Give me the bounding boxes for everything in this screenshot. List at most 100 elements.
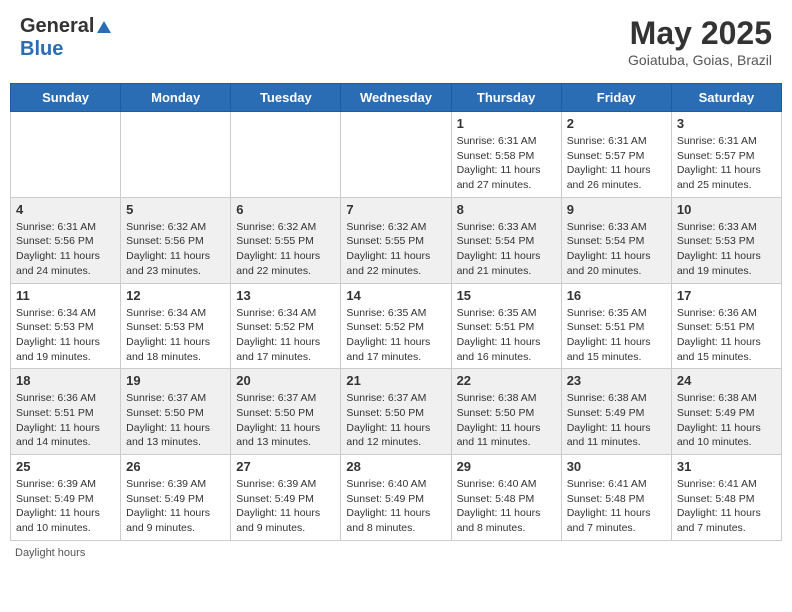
footer: Daylight hours xyxy=(10,547,782,559)
calendar-cell: 15 Sunrise: 6:35 AMSunset: 5:51 PMDayligh… xyxy=(451,283,561,369)
day-number: 1 xyxy=(457,116,556,131)
month-title: May 2025 xyxy=(628,15,772,52)
col-thursday: Thursday xyxy=(451,84,561,112)
day-number: 23 xyxy=(567,373,666,388)
day-info: Sunrise: 6:31 AMSunset: 5:57 PMDaylight:… xyxy=(567,134,666,193)
calendar-cell: 23 Sunrise: 6:38 AMSunset: 5:49 PMDayligh… xyxy=(561,369,671,455)
day-number: 26 xyxy=(126,459,225,474)
day-info: Sunrise: 6:40 AMSunset: 5:49 PMDaylight:… xyxy=(346,477,445,536)
day-info: Sunrise: 6:32 AMSunset: 5:56 PMDaylight:… xyxy=(126,220,225,279)
day-number: 6 xyxy=(236,202,335,217)
calendar-cell: 25Sunrise: 6:39 AMSunset: 5:49 PMDayligh… xyxy=(11,455,121,541)
calendar-week-row: 18Sunrise: 6:36 AMSunset: 5:51 PMDayligh… xyxy=(11,369,782,455)
day-number: 16 xyxy=(567,288,666,303)
col-monday: Monday xyxy=(121,84,231,112)
day-number: 31 xyxy=(677,459,776,474)
day-info: Sunrise: 6:39 AMSunset: 5:49 PMDaylight:… xyxy=(236,477,335,536)
day-info: Sunrise: 6:36 AMSunset: 5:51 PMDaylight:… xyxy=(677,306,776,365)
day-info: Sunrise: 6:41 AMSunset: 5:48 PMDaylight:… xyxy=(567,477,666,536)
col-sunday: Sunday xyxy=(11,84,121,112)
logo-text: General Blue xyxy=(20,15,114,61)
calendar-cell: 1 Sunrise: 6:31 AMSunset: 5:58 PMDaylight… xyxy=(451,112,561,198)
day-number: 3 xyxy=(677,116,776,131)
logo-general: General xyxy=(20,15,94,37)
calendar-cell: 22 Sunrise: 6:38 AMSunset: 5:50 PMDayligh… xyxy=(451,369,561,455)
calendar-cell: 5Sunrise: 6:32 AMSunset: 5:56 PMDaylight… xyxy=(121,197,231,283)
day-number: 24 xyxy=(677,373,776,388)
calendar-cell: 10 Sunrise: 6:33 AMSunset: 5:53 PMDayligh… xyxy=(671,197,781,283)
day-info: Sunrise: 6:31 AMSunset: 5:56 PMDaylight:… xyxy=(16,220,115,279)
day-number: 10 xyxy=(677,202,776,217)
day-number: 22 xyxy=(457,373,556,388)
logo: General Blue xyxy=(20,15,114,61)
day-number: 9 xyxy=(567,202,666,217)
day-info: Sunrise: 6:39 AMSunset: 5:49 PMDaylight:… xyxy=(126,477,225,536)
calendar-cell: 26 Sunrise: 6:39 AMSunset: 5:49 PMDayligh… xyxy=(121,455,231,541)
day-number: 28 xyxy=(346,459,445,474)
day-info: Sunrise: 6:35 AMSunset: 5:51 PMDaylight:… xyxy=(457,306,556,365)
calendar-week-row: 11Sunrise: 6:34 AMSunset: 5:53 PMDayligh… xyxy=(11,283,782,369)
calendar-header: Sunday Monday Tuesday Wednesday Thursday… xyxy=(11,84,782,112)
calendar-week-row: 4Sunrise: 6:31 AMSunset: 5:56 PMDaylight… xyxy=(11,197,782,283)
calendar-cell xyxy=(231,112,341,198)
calendar-cell: 6Sunrise: 6:32 AMSunset: 5:55 PMDaylight… xyxy=(231,197,341,283)
day-info: Sunrise: 6:34 AMSunset: 5:53 PMDaylight:… xyxy=(16,306,115,365)
day-info: Sunrise: 6:39 AMSunset: 5:49 PMDaylight:… xyxy=(16,477,115,536)
calendar-week-row: 1 Sunrise: 6:31 AMSunset: 5:58 PMDaylight… xyxy=(11,112,782,198)
calendar-cell: 27 Sunrise: 6:39 AMSunset: 5:49 PMDayligh… xyxy=(231,455,341,541)
day-info: Sunrise: 6:38 AMSunset: 5:49 PMDaylight:… xyxy=(677,391,776,450)
day-number: 29 xyxy=(457,459,556,474)
daylight-label: Daylight hours xyxy=(15,547,85,559)
day-number: 14 xyxy=(346,288,445,303)
day-info: Sunrise: 6:34 AMSunset: 5:53 PMDaylight:… xyxy=(126,306,225,365)
calendar-cell: 14 Sunrise: 6:35 AMSunset: 5:52 PMDayligh… xyxy=(341,283,451,369)
calendar-cell: 13Sunrise: 6:34 AMSunset: 5:52 PMDayligh… xyxy=(231,283,341,369)
days-of-week-row: Sunday Monday Tuesday Wednesday Thursday… xyxy=(11,84,782,112)
day-info: Sunrise: 6:38 AMSunset: 5:50 PMDaylight:… xyxy=(457,391,556,450)
day-info: Sunrise: 6:36 AMSunset: 5:51 PMDaylight:… xyxy=(16,391,115,450)
day-number: 15 xyxy=(457,288,556,303)
day-number: 8 xyxy=(457,202,556,217)
col-wednesday: Wednesday xyxy=(341,84,451,112)
calendar-cell xyxy=(11,112,121,198)
calendar-cell: 28 Sunrise: 6:40 AMSunset: 5:49 PMDayligh… xyxy=(341,455,451,541)
calendar-cell: 7Sunrise: 6:32 AMSunset: 5:55 PMDaylight… xyxy=(341,197,451,283)
day-info: Sunrise: 6:35 AMSunset: 5:52 PMDaylight:… xyxy=(346,306,445,365)
day-number: 21 xyxy=(346,373,445,388)
calendar-table: Sunday Monday Tuesday Wednesday Thursday… xyxy=(10,83,782,541)
day-info: Sunrise: 6:32 AMSunset: 5:55 PMDaylight:… xyxy=(346,220,445,279)
calendar-cell xyxy=(121,112,231,198)
calendar-cell: 16 Sunrise: 6:35 AMSunset: 5:51 PMDayligh… xyxy=(561,283,671,369)
day-info: Sunrise: 6:33 AMSunset: 5:54 PMDaylight:… xyxy=(567,220,666,279)
day-number: 12 xyxy=(126,288,225,303)
day-number: 30 xyxy=(567,459,666,474)
calendar-cell: 8Sunrise: 6:33 AMSunset: 5:54 PMDaylight… xyxy=(451,197,561,283)
calendar-cell xyxy=(341,112,451,198)
day-info: Sunrise: 6:41 AMSunset: 5:48 PMDaylight:… xyxy=(677,477,776,536)
page-header: General Blue May 2025 Goiatuba, Goias, B… xyxy=(10,10,782,73)
calendar-cell: 18Sunrise: 6:36 AMSunset: 5:51 PMDayligh… xyxy=(11,369,121,455)
logo-icon xyxy=(95,19,113,37)
day-info: Sunrise: 6:31 AMSunset: 5:58 PMDaylight:… xyxy=(457,134,556,193)
day-info: Sunrise: 6:35 AMSunset: 5:51 PMDaylight:… xyxy=(567,306,666,365)
day-info: Sunrise: 6:38 AMSunset: 5:49 PMDaylight:… xyxy=(567,391,666,450)
day-number: 27 xyxy=(236,459,335,474)
calendar-cell: 3 Sunrise: 6:31 AMSunset: 5:57 PMDaylight… xyxy=(671,112,781,198)
day-number: 2 xyxy=(567,116,666,131)
day-info: Sunrise: 6:33 AMSunset: 5:53 PMDaylight:… xyxy=(677,220,776,279)
day-number: 17 xyxy=(677,288,776,303)
location-subtitle: Goiatuba, Goias, Brazil xyxy=(628,52,772,68)
calendar-cell: 11Sunrise: 6:34 AMSunset: 5:53 PMDayligh… xyxy=(11,283,121,369)
day-number: 13 xyxy=(236,288,335,303)
logo-blue: Blue xyxy=(20,38,63,60)
calendar-cell: 17 Sunrise: 6:36 AMSunset: 5:51 PMDayligh… xyxy=(671,283,781,369)
calendar-cell: 4Sunrise: 6:31 AMSunset: 5:56 PMDaylight… xyxy=(11,197,121,283)
day-number: 19 xyxy=(126,373,225,388)
day-info: Sunrise: 6:37 AMSunset: 5:50 PMDaylight:… xyxy=(236,391,335,450)
day-info: Sunrise: 6:31 AMSunset: 5:57 PMDaylight:… xyxy=(677,134,776,193)
day-info: Sunrise: 6:37 AMSunset: 5:50 PMDaylight:… xyxy=(126,391,225,450)
calendar-body: 1 Sunrise: 6:31 AMSunset: 5:58 PMDaylight… xyxy=(11,112,782,541)
calendar-cell: 24 Sunrise: 6:38 AMSunset: 5:49 PMDayligh… xyxy=(671,369,781,455)
calendar-cell: 12 Sunrise: 6:34 AMSunset: 5:53 PMDayligh… xyxy=(121,283,231,369)
calendar-cell: 30 Sunrise: 6:41 AMSunset: 5:48 PMDayligh… xyxy=(561,455,671,541)
